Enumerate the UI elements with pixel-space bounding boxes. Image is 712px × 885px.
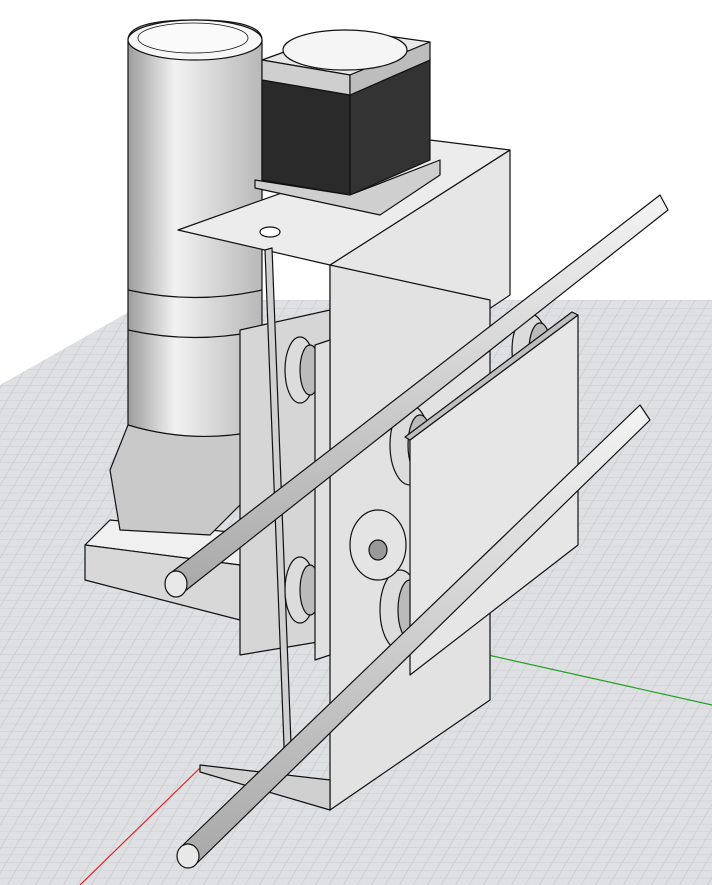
model-scene — [0, 19, 712, 885]
stepper-motor — [254, 29, 441, 216]
mount-hole — [259, 226, 281, 238]
spindle-motor — [109, 19, 263, 536]
cad-3d-viewport[interactable] — [0, 0, 712, 885]
front-left-plate — [314, 339, 331, 661]
